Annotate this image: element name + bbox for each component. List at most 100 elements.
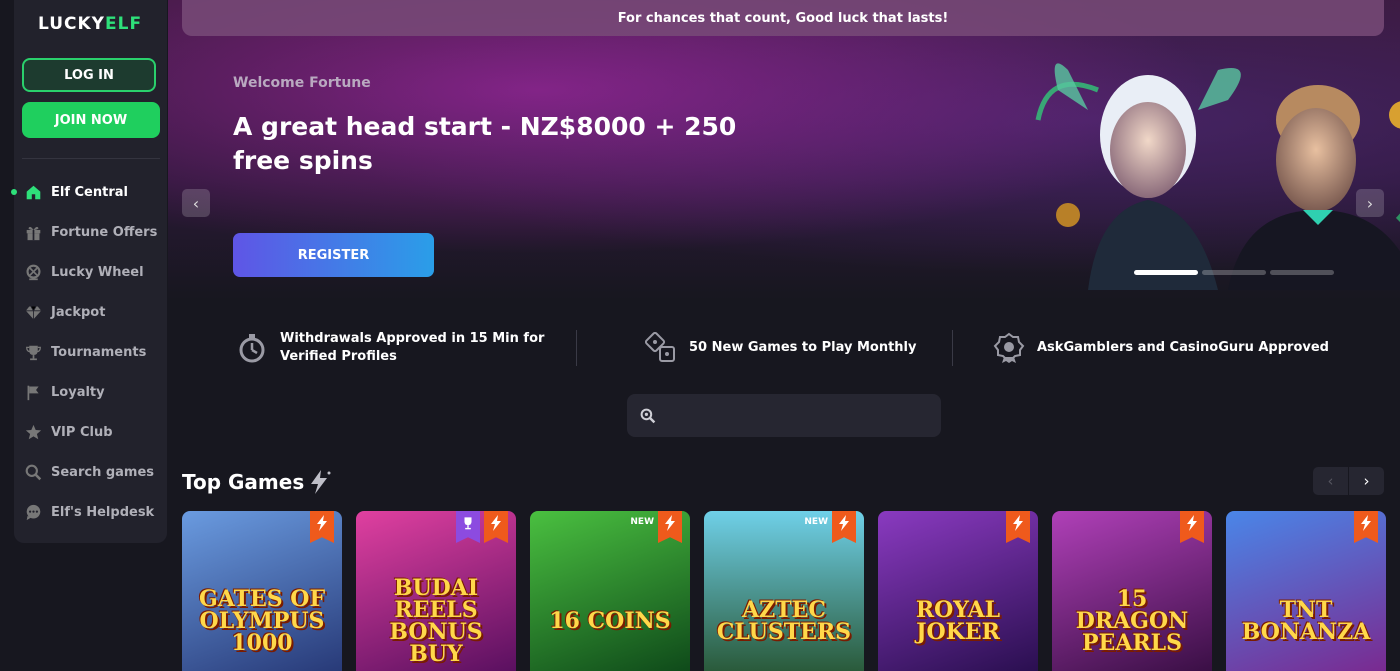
game-card[interactable]: NEW AZTEC CLUSTERS bbox=[704, 511, 864, 671]
game-title-art: ROYAL JOKER bbox=[915, 597, 1001, 645]
star-icon bbox=[25, 424, 42, 439]
carousel-next-button[interactable]: › bbox=[1356, 189, 1384, 217]
search-icon bbox=[640, 408, 656, 423]
carousel-indicators bbox=[1134, 270, 1334, 275]
sidebar-item-elf-central[interactable]: Elf Central bbox=[11, 172, 167, 212]
register-button[interactable]: REGISTER bbox=[233, 233, 434, 277]
join-now-button[interactable]: JOIN NOW bbox=[22, 102, 160, 138]
chat-icon bbox=[26, 504, 41, 520]
logo-text-elf: ELF bbox=[105, 14, 143, 34]
hot-badge bbox=[1006, 511, 1030, 543]
sidebar-item-helpdesk[interactable]: Elf's Helpdesk bbox=[14, 492, 167, 532]
search-icon bbox=[25, 464, 42, 480]
game-title-art: BUDAI REELS BONUS BUY bbox=[389, 575, 483, 667]
lightning-icon bbox=[1361, 515, 1371, 531]
new-badge: NEW bbox=[630, 517, 654, 527]
trophy-icon bbox=[26, 345, 41, 360]
game-card[interactable]: BUDAI REELS BONUS BUY bbox=[356, 511, 516, 671]
games-pager: ‹ › bbox=[1313, 467, 1384, 495]
game-title-art: 16 COINS bbox=[549, 608, 671, 634]
hero-characters-illustration bbox=[1035, 63, 1400, 290]
games-prev-button[interactable]: ‹ bbox=[1313, 467, 1349, 495]
home-icon bbox=[26, 185, 41, 199]
game-card[interactable]: GATES OF OLYMPUS 1000 bbox=[182, 511, 342, 671]
login-button[interactable]: LOG IN bbox=[22, 58, 156, 92]
game-card[interactable]: NEW 16 COINS bbox=[530, 511, 690, 671]
trophy-icon bbox=[464, 517, 472, 530]
search-input[interactable] bbox=[666, 407, 920, 424]
diamond-icon bbox=[25, 305, 42, 319]
section-title-top-games: Top Games bbox=[182, 470, 305, 494]
games-next-button[interactable]: › bbox=[1349, 467, 1384, 495]
sidebar: LUCKYELF LOG IN JOIN NOW Elf Central For… bbox=[11, 0, 167, 543]
game-card[interactable]: ROYAL JOKER bbox=[878, 511, 1038, 671]
hero-title: A great head start - NZ$8000 + 250 free … bbox=[233, 112, 737, 175]
sidebar-item-label: Loyalty bbox=[51, 384, 105, 400]
new-badge: NEW bbox=[804, 517, 828, 527]
site-logo[interactable]: LUCKYELF bbox=[38, 14, 142, 34]
sidebar-item-vip-club[interactable]: VIP Club bbox=[14, 412, 167, 452]
feature-item: Withdrawals Approved in 15 Min for Verif… bbox=[230, 330, 576, 366]
flag-icon bbox=[27, 385, 39, 400]
sidebar-item-label: Lucky Wheel bbox=[51, 264, 144, 280]
gift-icon bbox=[26, 226, 41, 240]
game-title-art: TNT BONANZA bbox=[1241, 597, 1371, 645]
lightning-icon bbox=[839, 515, 849, 531]
logo-text-lucky: LUCKY bbox=[38, 14, 105, 34]
lightning-icon bbox=[311, 470, 331, 494]
game-title-art: 15 DRAGON PEARLS bbox=[1075, 586, 1189, 656]
hot-badge bbox=[310, 511, 334, 543]
sidebar-nav: Elf Central Fortune Offers Lucky Wheel J… bbox=[11, 172, 167, 532]
sidebar-item-label: Elf Central bbox=[51, 184, 128, 200]
hot-badge bbox=[484, 511, 508, 543]
feature-text: Withdrawals Approved in 15 Min for Verif… bbox=[280, 330, 545, 364]
feature-item: AskGamblers and CasinoGuru Approved bbox=[953, 332, 1329, 364]
stopwatch-icon bbox=[239, 333, 265, 362]
sidebar-item-label: Elf's Helpdesk bbox=[51, 504, 155, 520]
hot-badge bbox=[1354, 511, 1378, 543]
carousel-dot-1[interactable] bbox=[1134, 270, 1198, 275]
sidebar-item-label: Jackpot bbox=[51, 304, 106, 320]
chevron-right-icon: › bbox=[1366, 193, 1374, 213]
game-title-art: GATES OF OLYMPUS 1000 bbox=[198, 586, 326, 656]
sidebar-item-label: Tournaments bbox=[51, 344, 147, 360]
active-indicator bbox=[11, 189, 17, 195]
promo-topbar: For chances that count, Good luck that l… bbox=[182, 0, 1384, 36]
chevron-right-icon: › bbox=[1363, 472, 1370, 490]
hot-badge bbox=[658, 511, 682, 543]
carousel-prev-button[interactable]: ‹ bbox=[182, 189, 210, 217]
sidebar-item-loyalty[interactable]: Loyalty bbox=[14, 372, 167, 412]
sidebar-item-label: Search games bbox=[51, 464, 155, 480]
carousel-dot-2[interactable] bbox=[1202, 270, 1266, 275]
sidebar-divider bbox=[22, 158, 160, 159]
sidebar-item-tournaments[interactable]: Tournaments bbox=[14, 332, 167, 372]
chevron-left-icon: ‹ bbox=[1327, 472, 1334, 490]
game-search-box[interactable] bbox=[627, 394, 941, 437]
lightning-icon bbox=[317, 515, 327, 531]
wheel-icon bbox=[26, 264, 41, 280]
sidebar-item-search-games[interactable]: Search games bbox=[14, 452, 167, 492]
game-card[interactable]: 15 DRAGON PEARLS bbox=[1052, 511, 1212, 671]
topbar-text: For chances that count, Good luck that l… bbox=[617, 10, 949, 26]
sidebar-item-fortune-offers[interactable]: Fortune Offers bbox=[14, 212, 167, 252]
award-badge-icon bbox=[993, 332, 1025, 363]
chevron-left-icon: ‹ bbox=[192, 193, 200, 213]
hero-subtitle: Welcome Fortune bbox=[233, 75, 371, 91]
dice-icon bbox=[645, 331, 675, 362]
sidebar-item-lucky-wheel[interactable]: Lucky Wheel bbox=[14, 252, 167, 292]
lightning-icon bbox=[1187, 515, 1197, 531]
sidebar-item-label: VIP Club bbox=[51, 424, 113, 440]
feature-text: 50 New Games to Play Monthly bbox=[689, 339, 917, 355]
feature-text: AskGamblers and CasinoGuru Approved bbox=[1037, 339, 1329, 355]
game-card[interactable]: TNT BONANZA bbox=[1226, 511, 1386, 671]
game-title-art: AZTEC CLUSTERS bbox=[716, 597, 852, 645]
sidebar-item-jackpot[interactable]: Jackpot bbox=[14, 292, 167, 332]
carousel-dot-3[interactable] bbox=[1270, 270, 1334, 275]
feature-item: 50 New Games to Play Monthly bbox=[577, 331, 952, 364]
lightning-icon bbox=[491, 515, 501, 531]
sidebar-item-label: Fortune Offers bbox=[51, 224, 158, 240]
hot-badge bbox=[832, 511, 856, 543]
lightning-icon bbox=[665, 515, 675, 531]
hot-badge bbox=[1180, 511, 1204, 543]
top-games-row: GATES OF OLYMPUS 1000 BUDAI REELS BONUS … bbox=[182, 511, 1386, 671]
